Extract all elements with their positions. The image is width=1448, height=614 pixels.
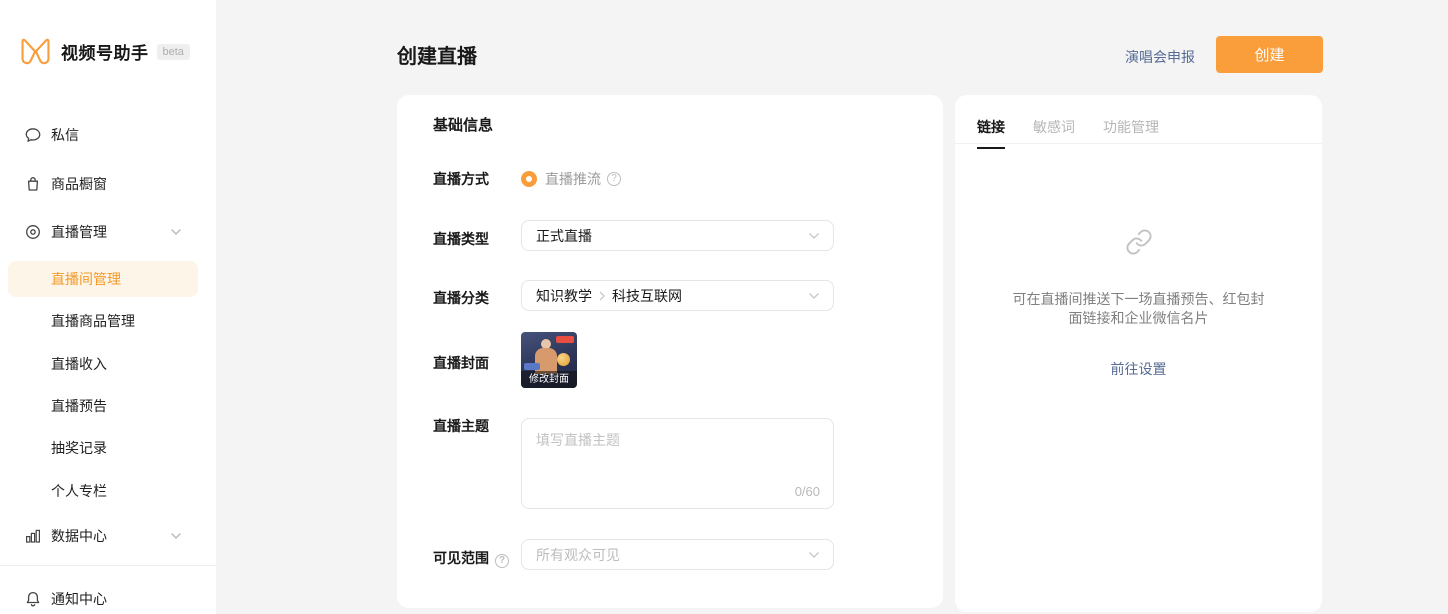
- basic-info-card: 基础信息 直播方式 直播推流 直播类型 正式直播 直播分类 知识教学 科技互联网…: [397, 95, 943, 608]
- live-category-select[interactable]: 知识教学 科技互联网: [521, 280, 834, 311]
- help-question-icon[interactable]: [495, 554, 509, 568]
- beta-badge: beta: [157, 44, 190, 60]
- cover-art: [557, 353, 570, 366]
- tab-links[interactable]: 链接: [977, 117, 1005, 149]
- live-cover-label: 直播封面: [433, 353, 489, 373]
- sidebar-item-label: 个人专栏: [51, 481, 107, 501]
- sidebar-item-label: 数据中心: [51, 526, 107, 546]
- chevron-down-icon: [808, 232, 820, 240]
- section-title: 基础信息: [433, 114, 493, 135]
- sidebar-item-label: 直播间管理: [51, 269, 121, 289]
- app-logo: 视频号助手 beta: [20, 37, 190, 66]
- sidebar-item-notification-center[interactable]: 通知中心: [0, 581, 216, 614]
- bell-icon: [24, 590, 42, 608]
- help-question-icon[interactable]: [607, 172, 621, 186]
- chain-link-icon: [1125, 228, 1153, 256]
- sidebar-item-label: 直播收入: [51, 354, 107, 374]
- page-title: 创建直播: [397, 40, 477, 69]
- chevron-down-icon[interactable]: [170, 532, 182, 540]
- live-type-label: 直播类型: [433, 229, 489, 249]
- page: 视频号助手 beta 私信 商品橱窗 直播管理 直播间管理: [0, 0, 1448, 614]
- category-child: 科技互联网: [612, 286, 682, 306]
- sidebar-item-label: 直播商品管理: [51, 311, 135, 331]
- sidebar-item-product-showcase[interactable]: 商品橱窗: [0, 166, 216, 202]
- app-title: 视频号助手: [61, 39, 149, 64]
- tab-sensitive-words[interactable]: 敏感词: [1033, 117, 1075, 149]
- live-method-label: 直播方式: [433, 169, 489, 189]
- visibility-label: 可见范围: [433, 548, 509, 568]
- sidebar-item-live-trailer[interactable]: 直播预告: [0, 388, 216, 424]
- go-to-settings-link[interactable]: 前往设置: [955, 359, 1322, 379]
- visibility-placeholder: 所有观众可见: [536, 545, 620, 565]
- sidebar-item-label: 直播预告: [51, 396, 107, 416]
- sidebar-item-label: 商品橱窗: [51, 174, 107, 194]
- radio-selected[interactable]: [521, 171, 537, 187]
- chat-bubble-icon: [24, 126, 42, 144]
- visibility-select[interactable]: 所有观众可见: [521, 539, 834, 570]
- sidebar-item-lottery-records[interactable]: 抽奖记录: [0, 430, 216, 466]
- category-parent: 知识教学: [536, 286, 592, 306]
- live-topic-textarea[interactable]: [521, 418, 834, 509]
- edit-cover-button[interactable]: 修改封面: [521, 371, 577, 388]
- cover-art: [556, 336, 574, 343]
- bar-chart-icon: [24, 527, 42, 545]
- cover-art: [524, 363, 540, 370]
- character-counter: 0/60: [795, 484, 820, 499]
- chevron-right-icon: [599, 291, 605, 301]
- selected-value: 正式直播: [536, 226, 592, 246]
- panel-tabs: 链接 敏感词 功能管理: [977, 117, 1187, 149]
- tabs-divider: [955, 143, 1322, 144]
- sidebar-item-label: 直播管理: [51, 222, 107, 242]
- sidebar-item-live-product-management[interactable]: 直播商品管理: [0, 303, 216, 339]
- live-topic-field: 0/60: [521, 418, 834, 509]
- sidebar-divider: [0, 565, 216, 566]
- sidebar-item-label: 抽奖记录: [51, 438, 107, 458]
- tab-function-management[interactable]: 功能管理: [1103, 117, 1159, 149]
- sidebar-item-live-income[interactable]: 直播收入: [0, 346, 216, 382]
- sidebar-item-personal-column[interactable]: 个人专栏: [0, 473, 216, 509]
- sidebar-item-data-center[interactable]: 数据中心: [0, 518, 216, 554]
- link-icon-container: [955, 228, 1322, 256]
- radio-label: 直播推流: [545, 169, 601, 189]
- sidebar-item-label: 私信: [51, 125, 79, 145]
- chevron-down-icon: [808, 551, 820, 559]
- live-category-label: 直播分类: [433, 288, 489, 308]
- shopping-bag-icon: [24, 175, 42, 193]
- live-type-select[interactable]: 正式直播: [521, 220, 834, 251]
- visibility-label-text: 可见范围: [433, 550, 489, 566]
- live-cover-thumbnail[interactable]: 修改封面: [521, 332, 577, 388]
- sidebar: 视频号助手 beta 私信 商品橱窗 直播管理 直播间管理: [0, 0, 216, 614]
- chevron-down-icon[interactable]: [170, 228, 182, 236]
- channels-logo-icon: [20, 37, 51, 66]
- create-button[interactable]: 创建: [1216, 36, 1323, 73]
- sidebar-item-live-room-management[interactable]: 直播间管理: [0, 261, 216, 297]
- panel-description-line1: 可在直播间推送下一场直播预告、红包封: [975, 290, 1302, 309]
- concert-application-link[interactable]: 演唱会申报: [1125, 47, 1195, 67]
- links-panel-card: 链接 敏感词 功能管理 可在直播间推送下一场直播预告、红包封 面链接和企业微信名…: [955, 95, 1322, 612]
- live-topic-label: 直播主题: [433, 416, 489, 436]
- panel-description-line2: 面链接和企业微信名片: [975, 309, 1302, 328]
- sidebar-item-live-management[interactable]: 直播管理: [0, 214, 216, 250]
- sidebar-item-private-messages[interactable]: 私信: [0, 117, 216, 153]
- chevron-down-icon: [808, 292, 820, 300]
- live-method-option: 直播推流: [521, 169, 621, 189]
- live-circle-icon: [24, 223, 42, 241]
- sidebar-item-label: 通知中心: [51, 589, 107, 609]
- panel-description: 可在直播间推送下一场直播预告、红包封 面链接和企业微信名片: [975, 290, 1302, 328]
